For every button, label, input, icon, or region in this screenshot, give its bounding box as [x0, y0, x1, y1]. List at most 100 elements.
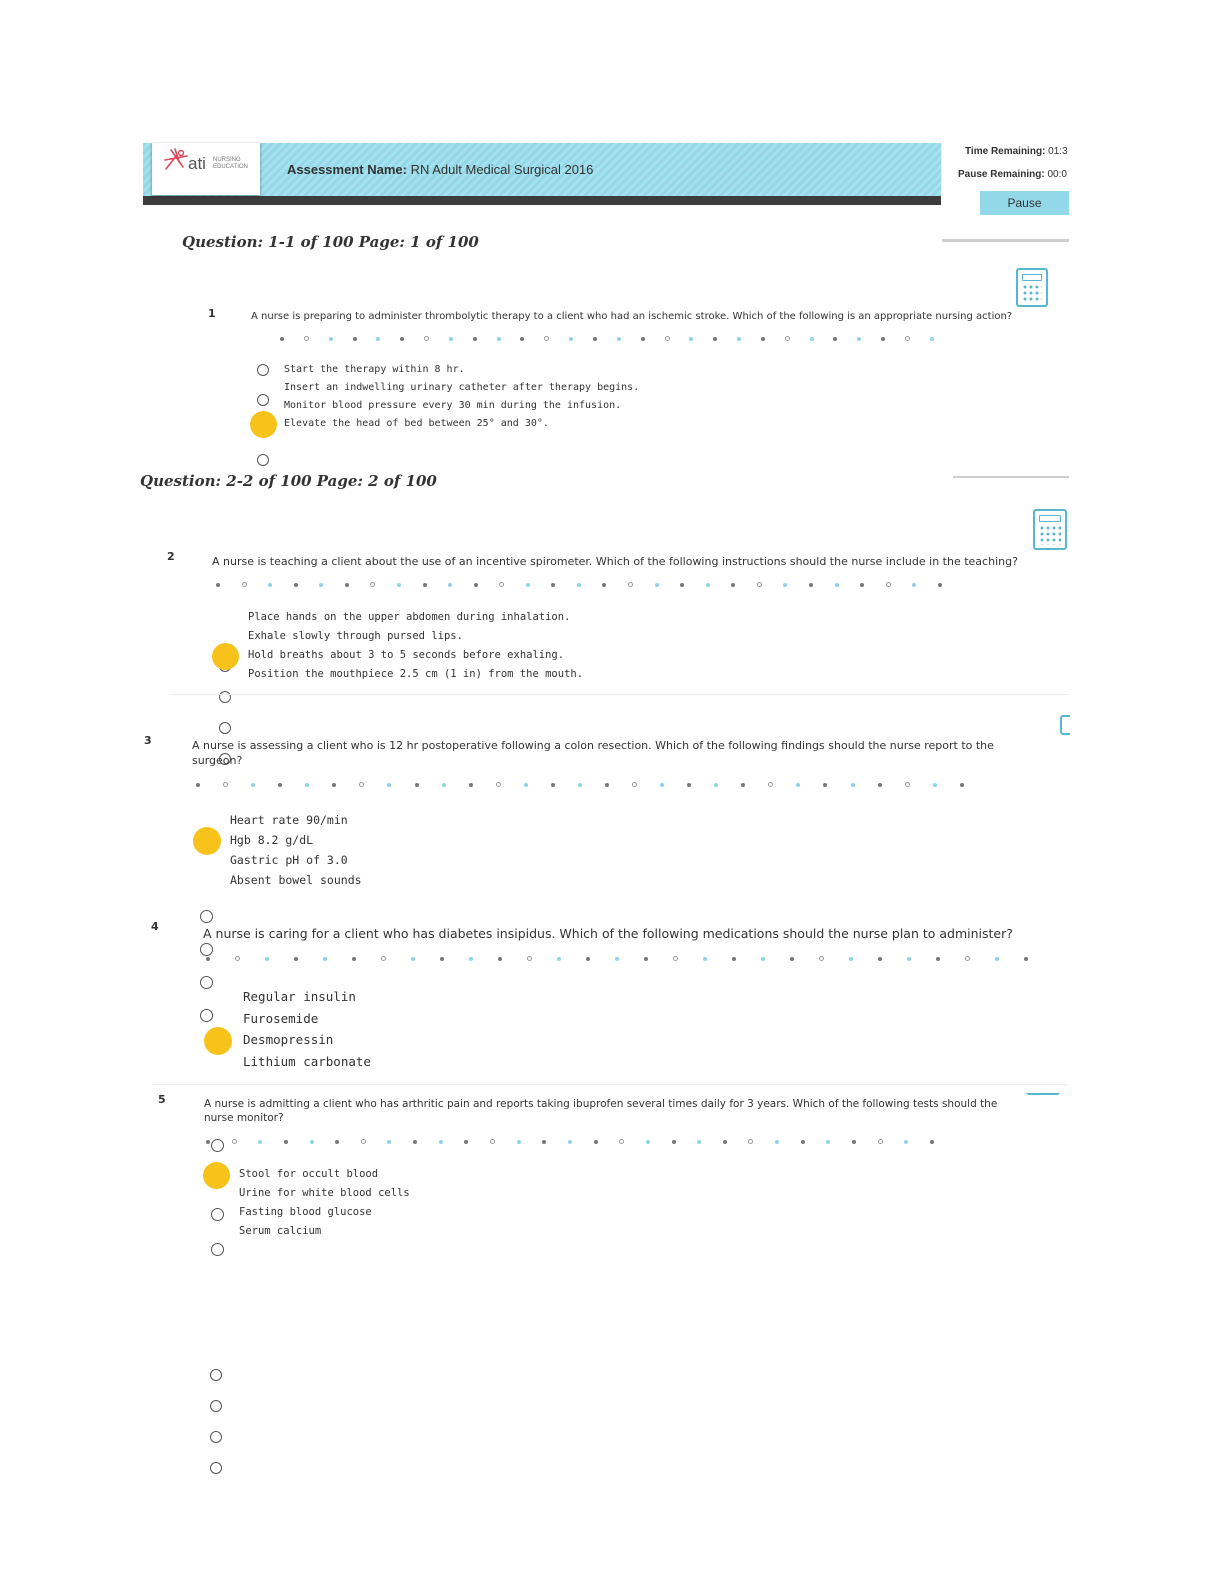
option-radio-selected[interactable] [200, 943, 213, 956]
divider-dot [472, 336, 477, 341]
option-label[interactable]: Hgb 8.2 g/dL [230, 833, 313, 847]
divider-dot [615, 956, 619, 961]
divider-dot [586, 956, 590, 961]
calculator-icon[interactable] [1060, 715, 1070, 735]
divider-dot [376, 336, 381, 341]
option-label[interactable]: Start the therapy within 8 hr. [284, 364, 465, 375]
option-radio[interactable] [257, 394, 269, 406]
question-number: 2 [167, 550, 175, 563]
option-label[interactable]: Exhale slowly through pursed lips. [248, 630, 463, 642]
divider-dot [557, 956, 561, 961]
option-label[interactable]: Insert an indwelling urinary catheter af… [284, 382, 639, 393]
divider-dot [387, 782, 392, 787]
divider-dot [857, 336, 862, 341]
divider-dot [714, 782, 719, 787]
option-label[interactable]: Monitor blood pressure every 30 min duri… [284, 400, 621, 411]
calculator-icon[interactable] [1016, 268, 1048, 307]
option-label[interactable]: Absent bowel sounds [230, 873, 362, 887]
divider-dot [687, 782, 692, 787]
divider-dot [877, 782, 882, 787]
divider-dot [850, 782, 855, 787]
option-radio[interactable] [211, 1242, 224, 1256]
option-radio[interactable] [200, 910, 213, 923]
option-label[interactable]: Stool for occult blood [239, 1168, 378, 1180]
question-number: 1 [208, 307, 216, 320]
option-label[interactable]: Elevate the head of bed between 25° and … [284, 418, 549, 429]
options-group-2: Place hands on the upper abdomen during … [0, 48, 1224, 765]
option-radio-selected[interactable] [210, 1369, 222, 1381]
divider-dot [523, 782, 528, 787]
option-label[interactable]: Serum calcium [239, 1225, 321, 1237]
dot-divider [206, 1139, 934, 1144]
divider-dot [671, 1139, 676, 1144]
option-radio[interactable] [210, 1400, 222, 1412]
option-radio[interactable] [257, 364, 269, 376]
option-label[interactable]: Urine for white blood cells [239, 1187, 410, 1199]
divider-dot [448, 582, 453, 587]
option-label[interactable]: Heart rate 90/min [230, 813, 348, 827]
option-label[interactable]: Lithium carbonate [243, 1054, 371, 1069]
time-remaining-value: 01:3 [1048, 146, 1068, 157]
divider-dot [904, 336, 910, 341]
divider-dot [907, 956, 911, 961]
divider-dot [235, 956, 240, 961]
option-label[interactable]: Desmopressin [243, 1032, 333, 1047]
divider-dot [616, 336, 621, 341]
option-radio-selected[interactable] [211, 1208, 224, 1221]
divider-dot [265, 956, 269, 961]
divider-dot [527, 956, 532, 961]
option-radio[interactable] [200, 976, 213, 989]
option-label[interactable]: Fasting blood glucose [239, 1206, 372, 1218]
divider-dot [929, 1139, 934, 1144]
option-label[interactable]: Place hands on the upper abdomen during … [248, 611, 570, 623]
selected-highlight [203, 1026, 232, 1055]
divider-dot [473, 582, 478, 587]
option-radio-selected[interactable] [219, 722, 231, 734]
divider-dot [937, 582, 942, 587]
selected-highlight [249, 410, 277, 438]
option-label[interactable]: Furosemide [243, 1011, 318, 1026]
divider-dot [809, 336, 814, 341]
option-label[interactable]: Position the mouthpiece 2.5 cm (1 in) fr… [248, 668, 583, 680]
option-radio[interactable] [200, 1009, 213, 1022]
divider-dot [965, 956, 970, 961]
divider-dot [761, 956, 765, 961]
option-label[interactable]: Regular insulin [243, 989, 356, 1004]
divider-dot [929, 336, 934, 341]
divider-dot [352, 336, 357, 341]
divider-dot [206, 1139, 210, 1144]
option-radio-selected[interactable] [257, 454, 269, 466]
header-underline [143, 196, 941, 205]
option-radio[interactable] [210, 1431, 222, 1443]
divider-dot [654, 582, 659, 587]
option-label[interactable]: Gastric pH of 3.0 [230, 853, 348, 867]
divider-dot [411, 956, 415, 961]
divider-dot [664, 336, 670, 341]
divider-dot [602, 582, 607, 587]
divider-dot [673, 956, 678, 961]
divider-dot [396, 582, 401, 587]
option-radio[interactable] [210, 1462, 222, 1474]
divider-dot [904, 782, 910, 787]
time-remaining-label: Time Remaining: [965, 146, 1046, 157]
calculator-icon[interactable] [1033, 509, 1067, 550]
divider-dot [280, 336, 284, 341]
divider-dot [932, 782, 937, 787]
divider-dot [808, 582, 813, 587]
divider-dot [464, 1139, 469, 1144]
divider-dot [737, 336, 742, 341]
pause-button[interactable]: Pause [980, 191, 1069, 215]
divider-dot [278, 782, 283, 787]
divider-dot [645, 1139, 650, 1144]
divider-dot [216, 582, 220, 587]
divider [953, 476, 1069, 478]
divider-dot [206, 956, 210, 961]
divider-dot [713, 336, 718, 341]
calculator-icon[interactable] [1026, 1090, 1060, 1095]
divider-dot [305, 782, 310, 787]
option-radio[interactable] [219, 691, 231, 703]
divider-dot [823, 782, 828, 787]
divider-dot [790, 956, 794, 961]
divider-dot [490, 1139, 496, 1144]
option-label[interactable]: Hold breaths about 3 to 5 seconds before… [248, 649, 564, 661]
